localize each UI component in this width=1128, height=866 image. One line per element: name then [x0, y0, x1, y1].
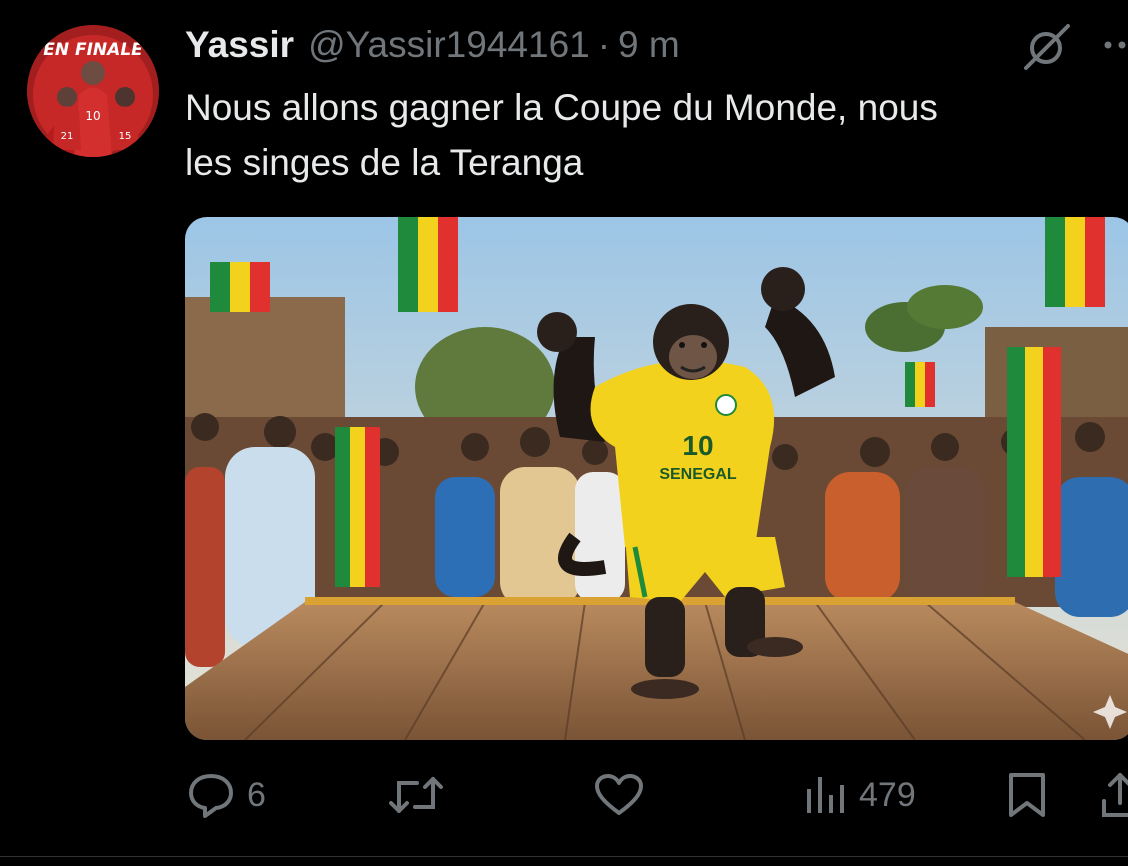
- avatar-number-center: 10: [85, 109, 100, 123]
- avatar-number-left: 21: [61, 131, 74, 142]
- tweet-actions: 6 479: [0, 760, 1128, 830]
- avatar-number-right: 15: [119, 131, 132, 142]
- grok-icon[interactable]: [1020, 20, 1076, 72]
- tweet-image[interactable]: 10 SENEGAL: [185, 217, 1128, 740]
- reply-icon: [187, 772, 235, 818]
- jersey-text: SENEGAL: [659, 466, 737, 483]
- bookmark-button[interactable]: [1005, 760, 1049, 830]
- tweet-text: Nous allons gagner la Coupe du Monde, no…: [185, 87, 938, 183]
- avatar-banner-text: EN FINALE: [43, 40, 143, 60]
- bookmark-icon: [1005, 771, 1049, 819]
- views-count: 479: [859, 775, 916, 814]
- tweet[interactable]: EN FINALE 10 21 15 Yassir @Yassir1944161…: [0, 0, 1128, 866]
- reply-button[interactable]: 6: [187, 760, 266, 830]
- tweet-header: Yassir @Yassir1944161 · 9 m: [185, 20, 680, 70]
- like-button[interactable]: [594, 760, 656, 830]
- display-name[interactable]: Yassir: [185, 20, 294, 70]
- user-handle[interactable]: @Yassir1944161: [308, 20, 590, 70]
- retweet-icon: [387, 773, 445, 817]
- timestamp[interactable]: 9 m: [618, 20, 680, 70]
- views-icon: [803, 773, 847, 817]
- jersey-number: 10: [682, 430, 713, 461]
- share-button[interactable]: [1100, 760, 1128, 830]
- heart-icon: [594, 773, 644, 817]
- views-button[interactable]: 479: [803, 760, 916, 830]
- share-icon: [1100, 771, 1128, 819]
- separator-dot: ·: [597, 24, 611, 65]
- avatar[interactable]: EN FINALE 10 21 15: [27, 25, 159, 157]
- tweet-divider: [0, 856, 1128, 857]
- reply-count: 6: [247, 775, 266, 814]
- more-options-icon[interactable]: [1100, 38, 1128, 52]
- retweet-button[interactable]: [387, 760, 457, 830]
